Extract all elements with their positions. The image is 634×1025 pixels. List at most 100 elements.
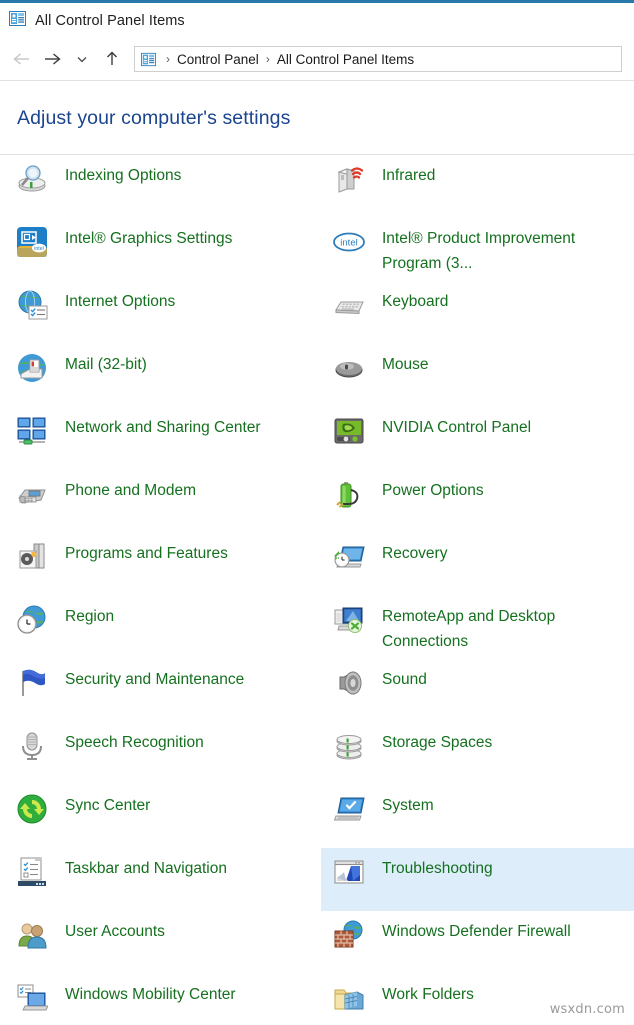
control-panel-window: All Control Panel Items › Control Panel …	[0, 0, 634, 1025]
speech-recognition-icon	[16, 730, 48, 762]
sync-center-icon	[16, 793, 48, 825]
breadcrumb-item-control-panel[interactable]: Control Panel	[177, 52, 259, 67]
infrared-icon	[333, 163, 365, 195]
control-panel-item-label: Indexing Options	[65, 167, 182, 184]
breadcrumb-control-panel-icon[interactable]	[141, 52, 156, 67]
mouse-icon	[333, 352, 365, 384]
control-panel-item-label: Speech Recognition	[65, 734, 204, 751]
programs-and-features-icon	[16, 541, 48, 573]
control-panel-item-network-and-sharing-center[interactable]: Network and Sharing Center	[4, 407, 315, 470]
control-panel-item-label: Power Options	[382, 482, 484, 499]
internet-options-icon	[16, 289, 48, 321]
control-panel-item-windows-mobility-center[interactable]: Windows Mobility Center	[4, 974, 315, 1025]
control-panel-item-label: Phone and Modem	[65, 482, 196, 499]
up-one-level-button[interactable]	[97, 44, 127, 74]
control-panel-item-label: User Accounts	[65, 923, 165, 940]
control-panel-item-taskbar-and-navigation[interactable]: Taskbar and Navigation	[4, 848, 315, 911]
arrow-left-icon	[12, 51, 32, 67]
watermark: wsxdn.com	[549, 1002, 625, 1017]
breadcrumb-item-all-control-panel-items[interactable]: All Control Panel Items	[277, 52, 414, 67]
control-panel-item-recovery[interactable]: Recovery	[321, 533, 634, 596]
control-panel-item-label: Taskbar and Navigation	[65, 860, 227, 877]
control-panel-item-infrared[interactable]: Infrared	[321, 155, 634, 218]
troubleshooting-icon	[333, 856, 365, 888]
indexing-options-icon	[16, 163, 48, 195]
back-button[interactable]	[7, 44, 37, 74]
user-accounts-icon	[16, 919, 48, 951]
control-panel-item-sound[interactable]: Sound	[321, 659, 634, 722]
control-panel-item-troubleshooting[interactable]: Troubleshooting	[321, 848, 634, 911]
title-bar: All Control Panel Items	[0, 3, 634, 38]
control-panel-item-sync-center[interactable]: Sync Center	[4, 785, 315, 848]
control-panel-item-label: Region	[65, 608, 115, 625]
network-sharing-center-icon	[16, 415, 48, 447]
intel-graphics-icon: intel	[16, 226, 48, 258]
control-panel-item-label: Intel® Graphics Settings	[65, 230, 233, 247]
control-panel-item-intel-graphics-settings[interactable]: intel Intel® Graphics Settings	[4, 218, 315, 281]
keyboard-icon	[333, 289, 365, 321]
page-title: Adjust your computer's settings	[17, 107, 291, 129]
control-panel-item-remoteapp-and-desktop-connections[interactable]: RemoteApp and Desktop Connections	[321, 596, 634, 659]
address-bar[interactable]: › Control Panel › All Control Panel Item…	[134, 46, 622, 72]
mail-icon	[16, 352, 48, 384]
windows-mobility-center-icon	[16, 982, 48, 1014]
region-icon	[16, 604, 48, 636]
recent-locations-button[interactable]	[67, 44, 97, 74]
remoteapp-connections-icon	[333, 604, 365, 636]
control-panel-item-nvidia-control-panel[interactable]: NVIDIA Control Panel	[321, 407, 634, 470]
control-panel-icon	[9, 10, 26, 32]
control-panel-item-region[interactable]: Region	[4, 596, 315, 659]
power-options-icon	[333, 478, 365, 510]
nvidia-control-panel-icon	[333, 415, 365, 447]
control-panel-item-label: Intel® Product Improvement Program (3...	[382, 230, 576, 272]
security-and-maintenance-icon	[16, 667, 48, 699]
recovery-icon	[333, 541, 365, 573]
control-panel-item-label: Sound	[382, 671, 427, 688]
taskbar-and-navigation-icon	[16, 856, 48, 888]
control-panel-item-system[interactable]: System	[321, 785, 634, 848]
work-folders-icon	[333, 982, 365, 1014]
control-panel-item-label: Infrared	[382, 167, 436, 184]
svg-text:intel: intel	[34, 246, 44, 252]
arrow-right-icon	[42, 51, 62, 67]
windows-defender-firewall-icon	[333, 919, 365, 951]
control-panel-item-phone-and-modem[interactable]: Phone and Modem	[4, 470, 315, 533]
control-panel-item-label: Network and Sharing Center	[65, 419, 261, 436]
forward-button[interactable]	[37, 44, 67, 74]
control-panel-item-windows-defender-firewall[interactable]: Windows Defender Firewall	[321, 911, 634, 974]
control-panel-item-label: System	[382, 797, 434, 814]
control-panel-item-label: RemoteApp and Desktop Connections	[382, 608, 556, 650]
control-panel-item-security-and-maintenance[interactable]: Security and Maintenance	[4, 659, 315, 722]
control-panel-item-storage-spaces[interactable]: Storage Spaces	[321, 722, 634, 785]
control-panel-item-mouse[interactable]: Mouse	[321, 344, 634, 407]
control-panel-item-label: Work Folders	[382, 986, 474, 1003]
control-panel-item-label: Security and Maintenance	[65, 671, 245, 688]
system-icon	[333, 793, 365, 825]
control-panel-item-label: Storage Spaces	[382, 734, 493, 751]
storage-spaces-icon	[333, 730, 365, 762]
breadcrumb-separator: ›	[166, 52, 170, 66]
control-panel-item-programs-and-features[interactable]: Programs and Features	[4, 533, 315, 596]
control-panel-item-work-folders[interactable]: Work Folders	[321, 974, 634, 1025]
control-panel-item-mail-32-bit[interactable]: Mail (32-bit)	[4, 344, 315, 407]
window-title: All Control Panel Items	[35, 12, 185, 29]
control-panel-item-label: Windows Defender Firewall	[382, 923, 571, 940]
control-panel-item-label: Programs and Features	[65, 545, 228, 562]
control-panel-item-internet-options[interactable]: Internet Options	[4, 281, 315, 344]
control-panel-item-intel-product-improvement-program-3[interactable]: intel Intel® Product Improvement Program …	[321, 218, 634, 281]
control-panel-item-speech-recognition[interactable]: Speech Recognition	[4, 722, 315, 785]
control-panel-item-power-options[interactable]: Power Options	[321, 470, 634, 533]
control-panel-item-user-accounts[interactable]: User Accounts	[4, 911, 315, 974]
control-panel-item-keyboard[interactable]: Keyboard	[321, 281, 634, 344]
control-panel-item-label: Keyboard	[382, 293, 449, 310]
control-panel-item-label: NVIDIA Control Panel	[382, 419, 532, 436]
navigation-bar: › Control Panel › All Control Panel Item…	[0, 38, 634, 80]
arrow-up-icon	[104, 50, 120, 68]
control-panel-item-label: Mouse	[382, 356, 429, 373]
control-panel-item-label: Recovery	[382, 545, 448, 562]
chevron-down-icon	[75, 52, 89, 66]
sound-icon	[333, 667, 365, 699]
control-panel-item-indexing-options[interactable]: Indexing Options	[4, 155, 315, 218]
navbar-divider	[0, 80, 634, 81]
control-panel-item-label: Mail (32-bit)	[65, 356, 147, 373]
